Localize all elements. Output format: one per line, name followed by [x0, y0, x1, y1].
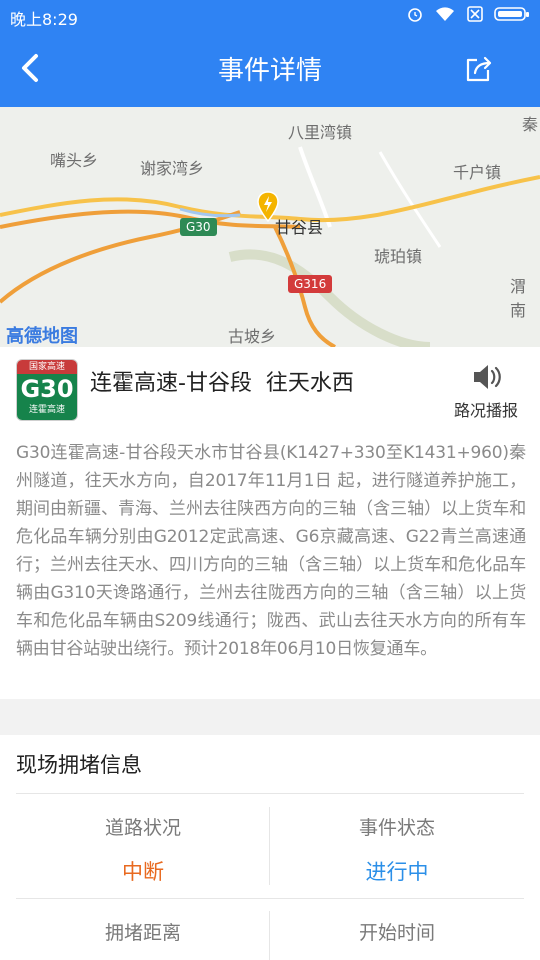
- battery-icon: [494, 7, 529, 21]
- map-label: 千户镇: [453, 163, 502, 182]
- badge-main: G30 连霍高速: [17, 374, 77, 420]
- map-roads: [0, 146, 540, 347]
- road-status-value: 中断: [122, 860, 164, 884]
- divider: [16, 898, 524, 899]
- start-time-label: 开始时间: [358, 922, 435, 944]
- map-label: 八里湾镇: [288, 123, 353, 142]
- distance-label: 拥堵距离: [104, 922, 181, 944]
- map-brand-logo: 高德地图: [6, 326, 78, 347]
- alarm-icon: [408, 8, 422, 22]
- congestion-info-section: 现场拥堵信息 道路状况 中断 事件状态 进行中 拥堵距离 开始时间: [0, 735, 540, 960]
- page-title: 事件详情: [217, 56, 322, 86]
- event-status-value: 进行中: [365, 860, 429, 884]
- wifi-icon: [436, 7, 454, 22]
- event-card: 国家高速 G30 连霍高速 连霍高速-甘谷段 往天水西 路况播报 G30连霍高速…: [0, 347, 540, 699]
- event-status-label: 事件状态: [358, 817, 435, 839]
- status-bar: 晚上8:29: [0, 0, 540, 32]
- badge-code: G30: [20, 375, 74, 403]
- status-icons: [406, 5, 530, 23]
- divider: [16, 793, 524, 794]
- map-label: 甘谷县: [275, 218, 324, 237]
- start-time-cell: 开始时间: [270, 918, 524, 945]
- top-bar: 晚上8:29 事件详情: [0, 0, 540, 107]
- road-status-label: 道路状况: [104, 817, 181, 839]
- status-time: 晚上8:29: [10, 10, 78, 29]
- map-view[interactable]: 八里湾镇 嘴头乡 谢家湾乡 千户镇 甘谷县 琥珀镇 古坡乡 渭南 秦 G30 G…: [0, 107, 540, 347]
- map-label: 嘴头乡: [50, 151, 99, 170]
- map-label: 琥珀镇: [374, 247, 423, 266]
- distance-cell: 拥堵距离: [16, 918, 270, 945]
- broadcast-button[interactable]: 路况播报: [454, 397, 518, 421]
- section-title: 现场拥堵信息: [16, 753, 142, 777]
- map-label: 古坡乡: [228, 327, 277, 346]
- event-description: G30连霍高速-甘谷段天水市甘谷县(K1427+330至K1431+960)秦州…: [16, 443, 526, 659]
- highway-shield: G316: [288, 275, 333, 293]
- map-label: 秦: [522, 115, 539, 134]
- event-road-title: 连霍高速-甘谷段 往天水西: [90, 371, 354, 396]
- badge-top-text: 国家高速: [17, 360, 77, 374]
- road-status-cell: 道路状况 中断: [16, 813, 270, 886]
- map-label: 渭南: [510, 277, 527, 320]
- nav-bar: 事件详情: [0, 32, 540, 107]
- event-marker-icon[interactable]: [256, 191, 280, 223]
- share-icon[interactable]: [464, 54, 494, 84]
- speaker-icon[interactable]: [470, 361, 506, 393]
- event-status-cell: 事件状态 进行中: [270, 813, 524, 886]
- no-sim-icon: [467, 6, 483, 22]
- map-label: 谢家湾乡: [140, 159, 205, 178]
- highway-shield: G30: [180, 218, 217, 236]
- highway-badge: 国家高速 G30 连霍高速: [16, 359, 78, 421]
- badge-sub-text: 连霍高速: [28, 405, 65, 415]
